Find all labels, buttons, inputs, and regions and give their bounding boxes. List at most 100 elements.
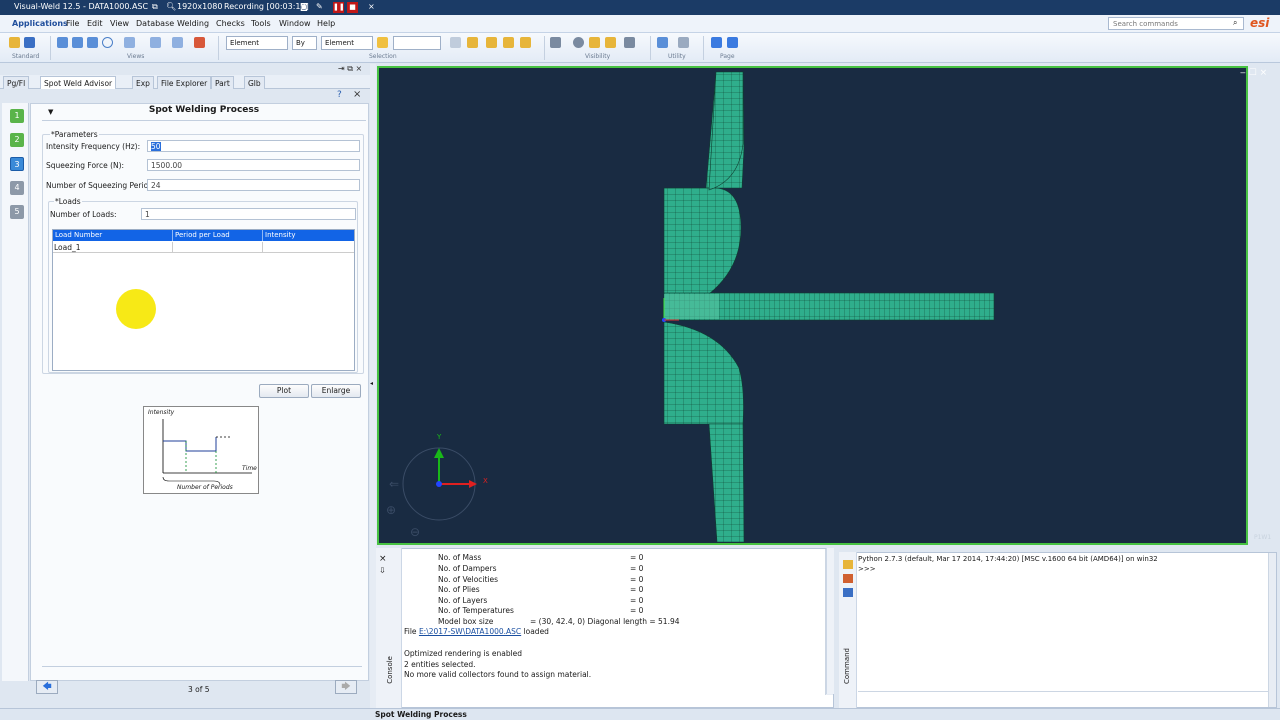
col-load-number[interactable]: Load Number <box>55 231 102 239</box>
element-select-1[interactable]: Element <box>226 36 288 50</box>
axis-icon[interactable] <box>124 37 135 48</box>
pan-icon[interactable] <box>150 37 161 48</box>
by-select[interactable]: By <box>292 36 317 50</box>
tab-glb[interactable]: Glb <box>244 76 265 89</box>
console-file-line: File E:\2017-SW\DATA1000.ASC loaded <box>404 627 549 636</box>
console-panel[interactable]: No. of Mass = 0 No. of Dampers = 0 No. o… <box>376 548 834 708</box>
page-back-icon[interactable] <box>711 37 722 48</box>
console-line-label: No. of Velocities <box>438 575 499 584</box>
x-axis-label: X <box>483 477 488 485</box>
tab-pgfl[interactable]: Pg/Fl <box>3 76 30 89</box>
console-line-value: = 0 <box>630 585 644 594</box>
tab-exp[interactable]: Exp <box>132 76 154 89</box>
file-link[interactable]: E:\2017-SW\DATA1000.ASC <box>419 627 521 636</box>
col-intensity[interactable]: Intensity <box>265 231 295 239</box>
measure-icon[interactable] <box>657 37 668 48</box>
enlarge-button[interactable]: Enlarge <box>311 384 361 398</box>
squeezing-periods-field[interactable]: 24 <box>147 179 360 191</box>
view-iso-icon[interactable] <box>102 37 113 48</box>
pause-icon[interactable]: ❚❚ <box>333 2 345 13</box>
view-top-icon[interactable] <box>87 37 98 48</box>
python-banner: Python 2.7.3 (default, Mar 17 2014, 17:4… <box>858 555 1158 563</box>
console-scroll-track[interactable] <box>826 548 834 694</box>
menu-view[interactable]: View <box>110 19 129 28</box>
element-select-2[interactable]: Element <box>321 36 373 50</box>
filter-icon[interactable] <box>377 37 388 48</box>
python-prompt[interactable]: >>> <box>858 565 876 573</box>
pick-icon[interactable] <box>450 37 461 48</box>
menu-welding[interactable]: Welding <box>177 19 209 28</box>
display-icon[interactable] <box>624 37 635 48</box>
tab-file-explorer[interactable]: File Explorer <box>157 76 212 89</box>
squeezing-force-field[interactable]: 1500.00 <box>147 159 360 171</box>
search-icon[interactable]: ⌕ <box>1233 18 1237 28</box>
search-icon: 🔍︎ <box>166 2 177 11</box>
history-icon[interactable] <box>843 560 853 569</box>
menu-file[interactable]: File <box>66 19 79 28</box>
splitter-arrow-icon[interactable]: ◂ <box>370 380 373 387</box>
cell-load-number[interactable]: Load_1 <box>54 243 81 252</box>
selection-input[interactable] <box>393 36 441 50</box>
close-icon[interactable]: × <box>379 554 387 564</box>
step-1[interactable]: 1 <box>10 109 24 123</box>
step-2[interactable]: 2 <box>10 133 24 147</box>
select-add-icon[interactable] <box>486 37 497 48</box>
plot-button[interactable]: Plot <box>259 384 309 398</box>
table-row[interactable]: Load_1 <box>53 242 354 253</box>
menu-database[interactable]: Database <box>136 19 174 28</box>
menu-edit[interactable]: Edit <box>87 19 103 28</box>
svg-text:⊕: ⊕ <box>386 503 396 517</box>
model-viewport[interactable]: ⇐ ⊕ ⊖ Y X <box>377 66 1248 545</box>
close-icon[interactable]: × <box>1260 68 1268 78</box>
maximize-icon[interactable]: ☐ <box>1249 68 1257 78</box>
menu-applications[interactable]: Applications <box>12 19 68 28</box>
pin-icon[interactable]: ⇥ <box>338 64 345 73</box>
help-icon[interactable]: ? <box>337 90 342 100</box>
save-icon[interactable] <box>843 588 853 597</box>
float-icon[interactable]: ⧉ <box>347 64 353 73</box>
tab-part[interactable]: Part <box>211 76 234 89</box>
camera-icon[interactable]: ◙ <box>300 2 308 11</box>
menu-help[interactable]: Help <box>317 19 335 28</box>
step-4[interactable]: 4 <box>10 181 24 195</box>
tab-spot-weld-advisor[interactable]: Spot Weld Advisor <box>40 76 117 89</box>
select-invert-icon[interactable] <box>520 37 531 48</box>
close-icon[interactable]: × <box>368 2 375 11</box>
menu-window[interactable]: Window <box>279 19 311 28</box>
hide-icon[interactable] <box>605 37 616 48</box>
utility-icon[interactable] <box>678 37 689 48</box>
eye-icon[interactable] <box>573 37 584 48</box>
col-period-per-load[interactable]: Period per Load <box>175 231 230 239</box>
visibility-pick-icon[interactable] <box>550 37 561 48</box>
python-panel[interactable]: Python 2.7.3 (default, Mar 17 2014, 17:4… <box>839 552 1277 708</box>
number-of-loads-field[interactable]: 1 <box>141 208 356 220</box>
menu-tools[interactable]: Tools <box>251 19 271 28</box>
minimize-icon[interactable]: ‒ <box>1240 68 1246 78</box>
command-tab[interactable]: Command <box>843 648 851 684</box>
show-icon[interactable] <box>589 37 600 48</box>
view-front-icon[interactable] <box>57 37 68 48</box>
color-icon[interactable] <box>194 37 205 48</box>
previous-page-button[interactable]: 🡄 <box>36 680 58 694</box>
menu-checks[interactable]: Checks <box>216 19 245 28</box>
view-side-icon[interactable] <box>72 37 83 48</box>
page-forward-icon[interactable] <box>727 37 738 48</box>
open-icon[interactable] <box>9 37 20 48</box>
pin-icon[interactable]: ⇩ <box>379 566 386 575</box>
step-3[interactable]: 3 <box>10 157 24 171</box>
step-5[interactable]: 5 <box>10 205 24 219</box>
pen-icon[interactable]: ✎ <box>316 2 323 11</box>
run-icon[interactable] <box>843 574 853 583</box>
select-remove-icon[interactable] <box>503 37 514 48</box>
search-commands-input[interactable]: Search commands <box>1108 17 1244 30</box>
close-icon[interactable]: × <box>353 89 361 100</box>
save-icon[interactable] <box>24 37 35 48</box>
next-page-button[interactable]: 🡆 <box>335 680 357 694</box>
zoom-icon[interactable] <box>172 37 183 48</box>
python-scrollbar[interactable] <box>1268 553 1276 707</box>
select-all-icon[interactable] <box>467 37 478 48</box>
stop-icon[interactable]: ■ <box>347 2 358 13</box>
intensity-frequency-field[interactable]: 50 <box>147 140 360 152</box>
console-tab[interactable]: Console <box>386 656 394 684</box>
close-icon[interactable]: × <box>356 64 363 73</box>
